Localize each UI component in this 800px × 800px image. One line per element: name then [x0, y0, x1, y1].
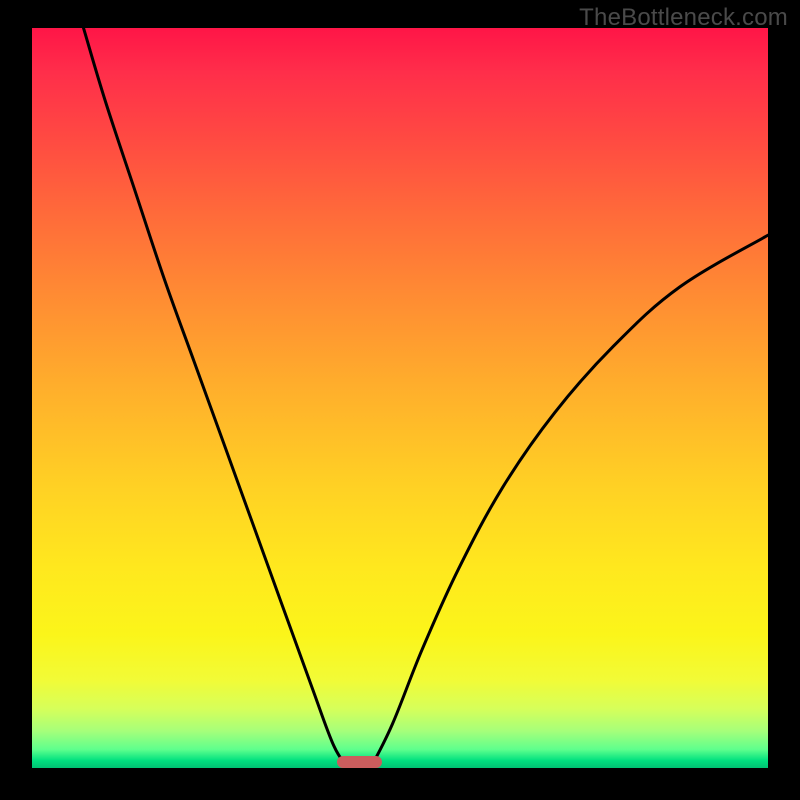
curve-left-branch: [84, 28, 349, 768]
bottleneck-curve: [32, 28, 768, 768]
optimum-marker: [337, 756, 381, 768]
plot-area: [32, 28, 768, 768]
chart-container: TheBottleneck.com: [0, 0, 800, 800]
curve-right-branch: [371, 235, 768, 768]
